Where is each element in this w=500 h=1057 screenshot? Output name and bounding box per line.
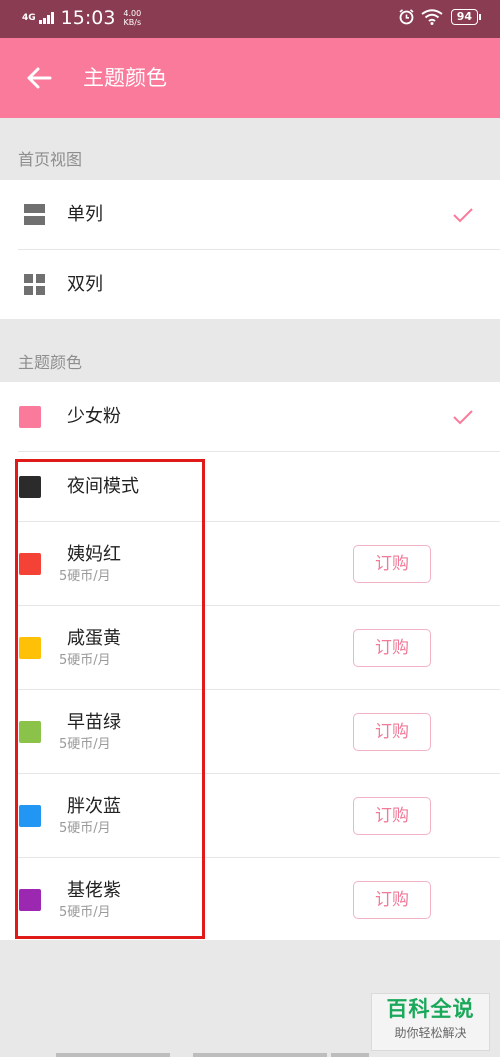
nav-hint-center <box>193 1053 327 1057</box>
color-swatch <box>19 805 41 827</box>
theme-label: 姨妈红 <box>67 544 121 565</box>
theme-option-purple[interactable]: 基佬紫 5硬币/月 订购 <box>0 858 500 940</box>
theme-label: 少女粉 <box>67 406 121 427</box>
theme-label: 早苗绿 <box>67 712 121 733</box>
network-speed-value: 4.00 <box>123 9 142 18</box>
theme-option-green[interactable]: 早苗绿 5硬币/月 订购 <box>0 690 500 774</box>
color-swatch <box>19 476 41 498</box>
watermark-logo: 百科全说 助你轻松解决 <box>371 993 490 1051</box>
subscribe-button[interactable]: 订购 <box>353 797 431 835</box>
theme-label: 基佬紫 <box>67 880 121 901</box>
list-view-icon <box>24 204 45 225</box>
subscribe-button[interactable]: 订购 <box>353 629 431 667</box>
status-right: 94 <box>398 8 482 25</box>
color-swatch <box>19 637 41 659</box>
section-header-home-view: 首页视图 <box>18 150 83 169</box>
theme-option-yellow[interactable]: 咸蛋黄 5硬币/月 订购 <box>0 606 500 690</box>
theme-price: 5硬币/月 <box>59 737 111 752</box>
network-speed-unit: KB/s <box>123 18 142 27</box>
home-view-group: 单列 双列 <box>0 180 500 319</box>
theme-price: 5硬币/月 <box>59 821 111 836</box>
theme-label: 夜间模式 <box>67 476 139 497</box>
color-swatch <box>19 889 41 911</box>
subscribe-button[interactable]: 订购 <box>353 545 431 583</box>
arrow-left-icon[interactable] <box>24 63 54 93</box>
watermark-title: 百科全说 <box>386 997 475 1021</box>
network-speed: 4.00 KB/s <box>123 9 141 27</box>
theme-price: 5硬币/月 <box>59 905 111 920</box>
option-label: 单列 <box>67 204 103 225</box>
theme-option-pink[interactable]: 少女粉 <box>0 382 500 452</box>
subscribe-button[interactable]: 订购 <box>353 713 431 751</box>
color-swatch <box>19 553 41 575</box>
color-swatch <box>19 721 41 743</box>
color-swatch <box>19 406 41 428</box>
theme-label: 咸蛋黄 <box>67 628 121 649</box>
grid-view-icon <box>24 274 45 295</box>
theme-option-red[interactable]: 姨妈红 5硬币/月 订购 <box>0 522 500 606</box>
option-label: 双列 <box>67 274 103 295</box>
check-icon <box>453 208 473 223</box>
nav-hint-left <box>56 1053 170 1057</box>
network-type: 4G <box>22 12 36 23</box>
signal-icon <box>38 12 55 24</box>
theme-option-blue[interactable]: 胖次蓝 5硬币/月 订购 <box>0 774 500 858</box>
subscribe-button[interactable]: 订购 <box>353 881 431 919</box>
status-bar: 4G 15:03 4.00 KB/s 94 <box>0 0 500 38</box>
page-title: 主题颜色 <box>83 66 167 90</box>
option-double-column[interactable]: 双列 <box>0 250 500 319</box>
status-left: 4G 15:03 4.00 KB/s <box>22 6 141 30</box>
app-bar: 主题颜色 <box>0 38 500 118</box>
theme-price: 5硬币/月 <box>59 653 111 668</box>
nav-hint-right <box>331 1053 369 1057</box>
alarm-icon <box>399 9 414 25</box>
section-header-theme-color: 主题颜色 <box>18 353 83 372</box>
wifi-icon <box>421 8 443 25</box>
theme-price: 5硬币/月 <box>59 569 111 584</box>
theme-option-night[interactable]: 夜间模式 <box>0 452 500 522</box>
theme-color-group: 少女粉 夜间模式 姨妈红 5硬币/月 订购 咸蛋黄 5硬币/月 订购 早苗绿 5… <box>0 382 500 940</box>
watermark-subtitle: 助你轻松解决 <box>394 1026 467 1040</box>
option-single-column[interactable]: 单列 <box>0 180 500 250</box>
check-icon <box>453 410 473 425</box>
theme-label: 胖次蓝 <box>67 796 121 817</box>
clock: 15:03 <box>60 7 116 29</box>
battery-indicator: 94 <box>450 8 482 25</box>
